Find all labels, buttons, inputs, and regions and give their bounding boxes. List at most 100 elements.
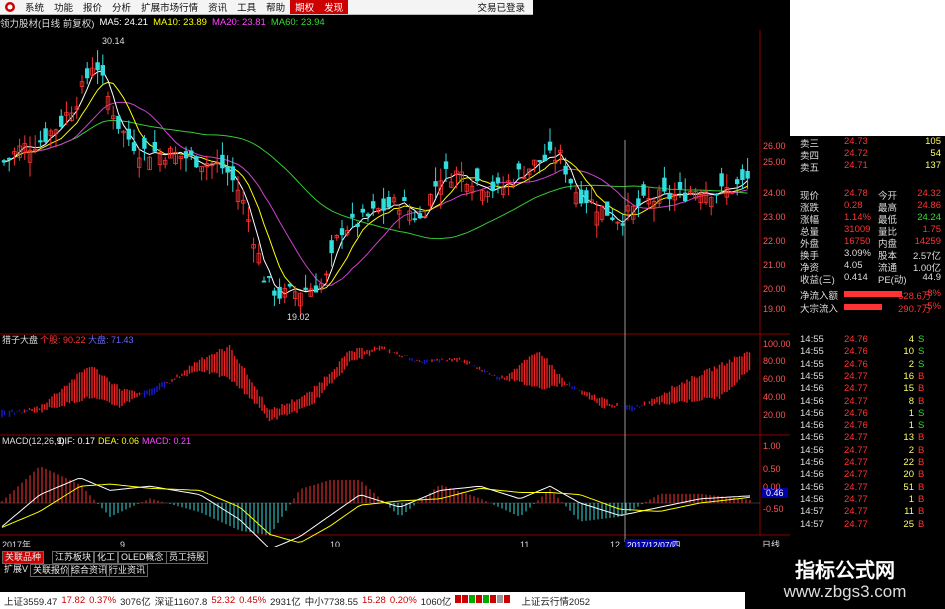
status-sh[interactable]: 上证3559.47	[4, 594, 57, 608]
flow-row: 大宗流入 290.7万 5%	[796, 301, 945, 315]
tick-row: 14:56 24.77 51 B	[796, 482, 945, 494]
tick-time: 14:56	[800, 420, 824, 432]
quote-value: 24.86	[917, 200, 941, 211]
candle-body	[261, 280, 267, 283]
ind-axis-60: 60.00	[763, 374, 786, 384]
candle-body	[740, 169, 745, 181]
menu-bar: 系统 功能 报价 分析 扩展市场行情 资讯 工具 帮助 期权 发现 交易已登录	[0, 0, 533, 15]
tab-general-news[interactable]: 综合资讯	[68, 564, 111, 577]
indicator-b-label: 大盘: 71.43	[88, 334, 134, 345]
axis-25: 25.00	[763, 157, 786, 167]
candle-body	[370, 201, 376, 209]
main-chart-area[interactable]: 30.14 19.02 猎子大盘 个股: 90.22 大盘: 71.43 MAC…	[0, 30, 790, 550]
tick-volume: 2	[908, 444, 914, 456]
ma60-line	[3, 119, 748, 240]
tick-side: B	[918, 444, 925, 456]
menu-discover[interactable]: 发现	[319, 0, 349, 14]
flow-bar	[844, 304, 882, 310]
chart-title: 领力股材(日线 前复权)	[0, 18, 95, 30]
macd-axis-05: 0.50	[763, 464, 781, 474]
candle-body	[59, 115, 64, 127]
candle-body	[584, 190, 589, 204]
macd-axis-neg05: -0.50	[763, 504, 784, 514]
candle-body	[183, 151, 189, 159]
ind-axis-20: 20.00	[763, 410, 786, 420]
candle-body	[116, 115, 121, 129]
status-sh-chg: 17.82	[61, 595, 86, 606]
tick-row: 14:56 24.77 22 B	[796, 457, 945, 469]
tick-side: S	[918, 358, 925, 370]
axis-22: 22.00	[763, 236, 786, 246]
menu-tools[interactable]: 工具	[232, 0, 261, 14]
ask-price: 24.72	[844, 148, 868, 159]
menu-ext-market[interactable]: 扩展市场行情	[136, 0, 203, 14]
menu-function[interactable]: 功能	[49, 0, 78, 14]
candle-body	[667, 192, 672, 200]
tab-ext[interactable]: 扩展V	[2, 564, 30, 577]
tab-related[interactable]: 关联品种	[2, 551, 45, 564]
menu-system[interactable]: 系统	[20, 0, 49, 14]
candle-body	[85, 68, 90, 79]
status-cloud[interactable]: 上证云行情2052	[521, 594, 590, 608]
tick-price: 24.77	[844, 493, 868, 505]
tab-industry-news[interactable]: 行业资讯	[106, 564, 149, 577]
tick-row: 14:56 24.76 1 S	[796, 408, 945, 420]
ma20-label: MA20: 23.81	[211, 17, 266, 28]
tab-chemical[interactable]: 化工	[94, 551, 119, 564]
ask-row[interactable]: 卖五 24.71 137	[796, 160, 945, 174]
tick-time: 14:56	[800, 383, 824, 395]
status-zx-amt: 1060亿	[420, 596, 452, 608]
candle-body	[412, 218, 417, 221]
candle-body	[537, 160, 542, 163]
ask-row[interactable]: 卖三 24.73 105	[796, 136, 945, 150]
status-zx[interactable]: 中小7738.55	[305, 594, 358, 608]
candle-body	[610, 217, 615, 220]
quote-value: 24.24	[917, 212, 941, 223]
tick-price: 24.77	[844, 481, 868, 493]
tab-rel-quote[interactable]: 关联报价	[30, 564, 73, 577]
flow-row: 净流入额 628.6万 8%	[796, 288, 945, 302]
ask-volume: 54	[930, 148, 941, 159]
tick-row: 14:56 24.77 15 B	[796, 383, 945, 395]
candle-body	[360, 208, 365, 213]
quote-row: 现价 24.78 今开 24.32	[796, 188, 945, 202]
candle-body	[381, 198, 386, 211]
tab-esop[interactable]: 员工持股	[166, 551, 209, 564]
menu-quote[interactable]: 报价	[78, 0, 107, 14]
menu-news[interactable]: 资讯	[203, 0, 232, 14]
tick-price: 24.77	[844, 457, 868, 468]
tab-jiangsu[interactable]: 江苏板块	[52, 551, 95, 564]
tick-side: B	[918, 506, 925, 518]
tick-volume: 1	[908, 407, 914, 419]
status-sz[interactable]: 深证11607.8	[155, 594, 208, 608]
menu-options[interactable]: 期权	[290, 0, 320, 14]
tick-row: 14:55 24.76 4 S	[796, 334, 945, 346]
candle-body	[131, 142, 137, 151]
tick-volume: 22	[903, 457, 914, 468]
flow-pct: 5%	[927, 301, 941, 312]
tick-row: 14:56 24.77 1 B	[796, 494, 945, 506]
quote-row: 涨幅 1.14% 最低 24.24	[796, 212, 945, 226]
menu-analysis[interactable]: 分析	[107, 0, 136, 14]
tick-side: B	[918, 481, 925, 493]
tick-side: B	[918, 469, 925, 481]
menu-help[interactable]: 帮助	[261, 0, 290, 14]
login-status[interactable]: 交易已登录	[477, 0, 533, 14]
tick-side: B	[918, 457, 925, 468]
quote-value: 24.78	[844, 188, 868, 199]
low-price-label: 19.02	[287, 312, 310, 322]
tick-volume: 10	[903, 346, 914, 358]
candle-body	[329, 240, 334, 254]
tick-volume: 20	[903, 469, 914, 481]
ask-row[interactable]: 卖四 24.72 54	[796, 148, 945, 162]
tick-side: B	[918, 395, 925, 407]
watermark-url: www.zbgs3.com	[783, 582, 907, 601]
tick-volume: 1	[908, 493, 914, 505]
ask-volume: 105	[925, 136, 941, 147]
quote-value: 24.32	[917, 188, 941, 199]
status-sz-chg: 52.32	[211, 595, 236, 606]
tab-oled[interactable]: OLED概念	[118, 551, 167, 564]
tick-row: 14:56 24.77 2 B	[796, 445, 945, 457]
candle-body	[402, 197, 407, 201]
status-sz-amt: 2931亿	[270, 596, 301, 608]
